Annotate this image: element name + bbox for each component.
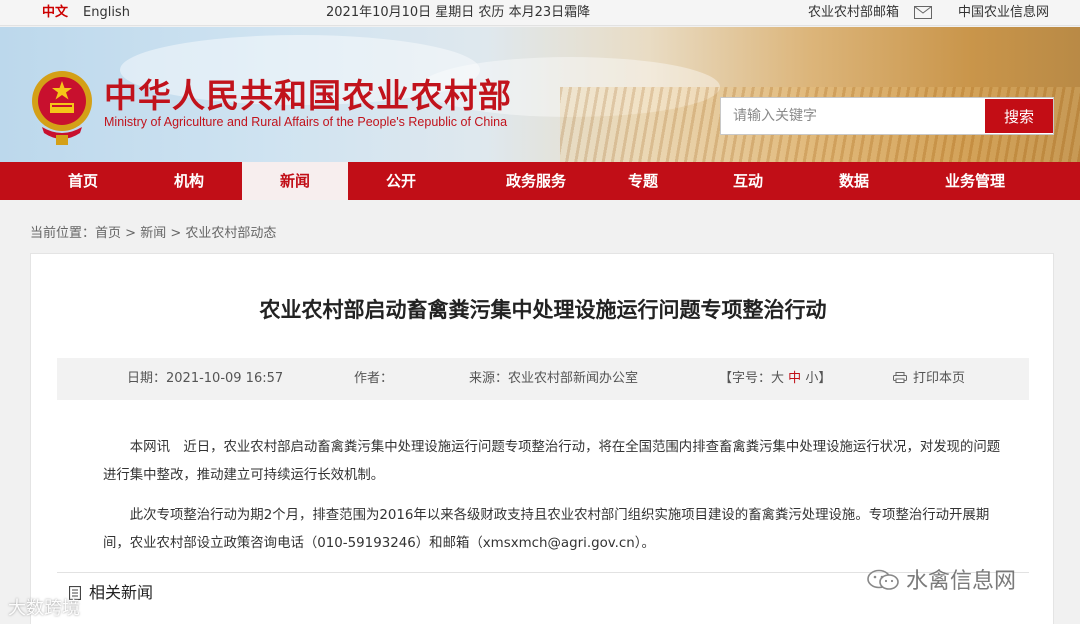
breadcrumb-news[interactable]: 新闻 (140, 226, 166, 241)
font-size-label: 【字号： (719, 371, 772, 386)
search-box: 搜索 (720, 97, 1054, 135)
article-date: 日期：2021-10-09 16:57 (127, 371, 284, 386)
article-author: 作者： (354, 371, 394, 386)
main-nav: 首页 机构 新闻 公开 政务服务 专题 互动 数据 业务管理 (0, 162, 1080, 200)
breadcrumb-current[interactable]: 农业农村部动态 (185, 226, 276, 241)
article-meta-bar: 日期：2021-10-09 16:57 作者： 来源：农业农村部新闻办公室 【字… (57, 358, 1029, 400)
watermark-right-text: 水禽信息网 (906, 569, 1017, 594)
top-bar: 中文 English 2021年10月10日 星期日 农历 本月23日霜降 农业… (0, 0, 1080, 26)
article-paragraph: 此次专项整治行动为期2个月，排查范围为2016年以来各级财政支持且农业农村部门组… (103, 508, 990, 551)
watermark-dashu: 大数跨境 (8, 594, 80, 620)
nav-item-news[interactable]: 新闻 (242, 162, 348, 200)
font-size-control: 【字号：大 中 小】 (719, 358, 831, 400)
wechat-icon (867, 569, 899, 590)
site-title[interactable]: 中华人民共和国农业农村部 (104, 69, 512, 117)
font-size-large-button[interactable]: 大 (771, 371, 784, 386)
printer-icon (893, 372, 907, 383)
watermark-left-text: 大数跨境 (8, 598, 80, 619)
related-news-heading: 相关新闻 (89, 583, 154, 602)
nav-item-organization[interactable]: 机构 (136, 162, 242, 200)
nav-item-home[interactable]: 首页 (30, 162, 136, 200)
search-button[interactable]: 搜索 (985, 99, 1053, 133)
nav-item-public[interactable]: 公开 (348, 162, 454, 200)
breadcrumb-home[interactable]: 首页 (95, 226, 121, 241)
mail-icon[interactable] (914, 6, 932, 19)
article-body: 本网讯 近日，农业农村部启动畜禽粪污集中处理设施运行问题专项整治行动，将在全国范… (103, 434, 1013, 570)
national-emblem-icon[interactable] (30, 67, 94, 151)
font-size-medium-button[interactable]: 中 (788, 371, 801, 386)
lang-en-link[interactable]: English (83, 0, 130, 26)
date-text: 2021年10月10日 星期日 农历 本月23日霜降 (326, 5, 591, 20)
breadcrumb-separator: > (121, 226, 141, 241)
nav-item-business[interactable]: 业务管理 (912, 162, 1038, 200)
breadcrumb-label: 当前位置： (30, 226, 96, 241)
breadcrumb: 当前位置：首页 > 新闻 > 农业农村部动态 (30, 222, 276, 241)
print-label: 打印本页 (913, 371, 966, 386)
nav-item-interaction[interactable]: 互动 (695, 162, 801, 200)
mailbox-link[interactable]: 农业农村部邮箱 (808, 0, 899, 26)
lang-zh-link[interactable]: 中文 (42, 0, 68, 26)
watermark-shuiqin: 水禽信息网 (866, 563, 1016, 595)
print-button[interactable]: 打印本页 (893, 358, 965, 400)
breadcrumb-separator: > (166, 226, 186, 241)
china-agri-info-link[interactable]: 中国农业信息网 (958, 0, 1049, 26)
nav-item-topics[interactable]: 专题 (590, 162, 696, 200)
nav-item-data[interactable]: 数据 (801, 162, 907, 200)
nav-item-gov-services[interactable]: 政务服务 (468, 162, 604, 200)
header-banner: 中华人民共和国农业农村部 Ministry of Agriculture and… (0, 27, 1080, 162)
search-input[interactable] (721, 98, 985, 134)
article-source: 来源：农业农村部新闻办公室 (469, 371, 639, 386)
article-title: 农业农村部启动畜禽粪污集中处理设施运行问题专项整治行动 (259, 298, 827, 322)
font-size-small-button[interactable]: 小】 (805, 371, 831, 386)
article-paragraph: 本网讯 近日，农业农村部启动畜禽粪污集中处理设施运行问题专项整治行动，将在全国范… (103, 440, 1001, 483)
site-title-en: Ministry of Agriculture and Rural Affair… (104, 115, 508, 129)
